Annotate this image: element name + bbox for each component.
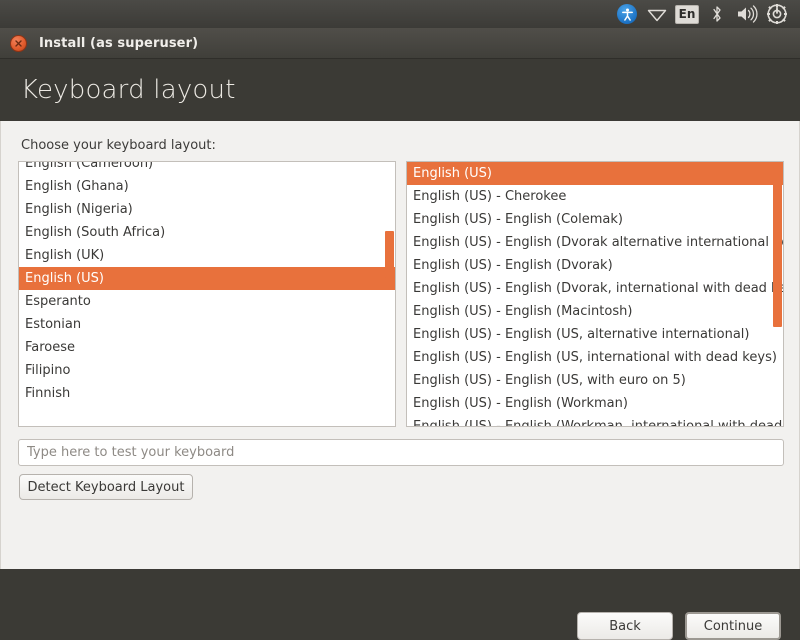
continue-button[interactable]: Continue <box>685 612 781 640</box>
variant-list-scrollbar[interactable] <box>773 163 782 425</box>
list-item[interactable]: English (US) - English (Macintosh) <box>407 300 783 323</box>
list-item[interactable]: Filipino <box>19 359 395 382</box>
variant-listbox[interactable]: English (US) English (US) - Cherokee Engli… <box>406 161 784 427</box>
list-item[interactable]: English (US) - English (Workman, interna… <box>407 415 783 426</box>
close-icon[interactable] <box>10 34 27 52</box>
network-wifi-icon[interactable] <box>642 1 672 27</box>
detect-keyboard-layout-button[interactable]: Detect Keyboard Layout <box>19 474 193 500</box>
list-item[interactable]: English (South Africa) <box>19 221 395 244</box>
desktop-top-panel: En <box>0 0 800 28</box>
window-title: Install (as superuser) <box>39 35 199 51</box>
layout-selection-area: English (Cameroon) English (Ghana) English… <box>18 161 784 427</box>
list-item[interactable]: English (US) - English (US, with euro on… <box>407 369 783 392</box>
keyboard-layout-prompt: Choose your keyboard layout: <box>21 138 216 153</box>
list-item[interactable]: English (Ghana) <box>19 175 395 198</box>
list-item[interactable]: Estonian <box>19 313 395 336</box>
page-title: Keyboard layout <box>21 75 236 105</box>
variant-list-scroll-thumb[interactable] <box>773 167 782 327</box>
page-header: Keyboard layout <box>0 59 800 121</box>
list-item[interactable]: Esperanto <box>19 290 395 313</box>
accessibility-badge <box>617 4 637 24</box>
list-item[interactable]: English (US) - English (US, alternative … <box>407 323 783 346</box>
desktop-bottom-strip <box>0 569 800 600</box>
installer-window: Install (as superuser) Keyboard layout C… <box>0 28 800 640</box>
list-item[interactable]: English (US) - Cherokee <box>407 185 783 208</box>
system-power-icon[interactable] <box>762 1 792 27</box>
list-item[interactable]: English (US) <box>407 162 783 185</box>
language-code-label: En <box>674 4 700 24</box>
accessibility-icon[interactable] <box>612 1 642 27</box>
list-item[interactable]: English (US) - English (Colemak) <box>407 208 783 231</box>
page-content: Choose your keyboard layout: English (Ca… <box>0 121 800 640</box>
keyboard-test-field[interactable] <box>18 439 784 466</box>
list-item[interactable]: English (Nigeria) <box>19 198 395 221</box>
variant-list-items: English (US) English (US) - Cherokee Engli… <box>407 162 783 426</box>
volume-icon[interactable] <box>732 1 762 27</box>
back-button[interactable]: Back <box>577 612 673 640</box>
list-item[interactable]: English (US) - English (Workman) <box>407 392 783 415</box>
list-item[interactable]: English (US) - English (Dvorak) <box>407 254 783 277</box>
language-listbox[interactable]: English (Cameroon) English (Ghana) English… <box>18 161 396 427</box>
language-list-items: English (Cameroon) English (Ghana) English… <box>19 162 395 405</box>
list-item[interactable]: English (UK) <box>19 244 395 267</box>
list-item[interactable]: English (US) - English (Dvorak, internat… <box>407 277 783 300</box>
navigation-buttons: Back Continue <box>577 612 781 640</box>
keyboard-language-indicator[interactable]: En <box>672 1 702 27</box>
language-list-scroll-thumb[interactable] <box>385 231 394 278</box>
list-item[interactable]: English (US) - English (Dvorak alternati… <box>407 231 783 254</box>
keyboard-test-input[interactable] <box>27 445 775 460</box>
list-item[interactable]: Finnish <box>19 382 395 405</box>
bluetooth-icon[interactable] <box>702 1 732 27</box>
list-item[interactable]: English (US) - English (US, internationa… <box>407 346 783 369</box>
window-titlebar: Install (as superuser) <box>0 28 800 59</box>
list-item[interactable]: English (Cameroon) <box>19 162 395 175</box>
list-item[interactable]: Faroese <box>19 336 395 359</box>
language-list-scrollbar[interactable] <box>385 163 394 425</box>
list-item[interactable]: English (US) <box>19 267 395 290</box>
